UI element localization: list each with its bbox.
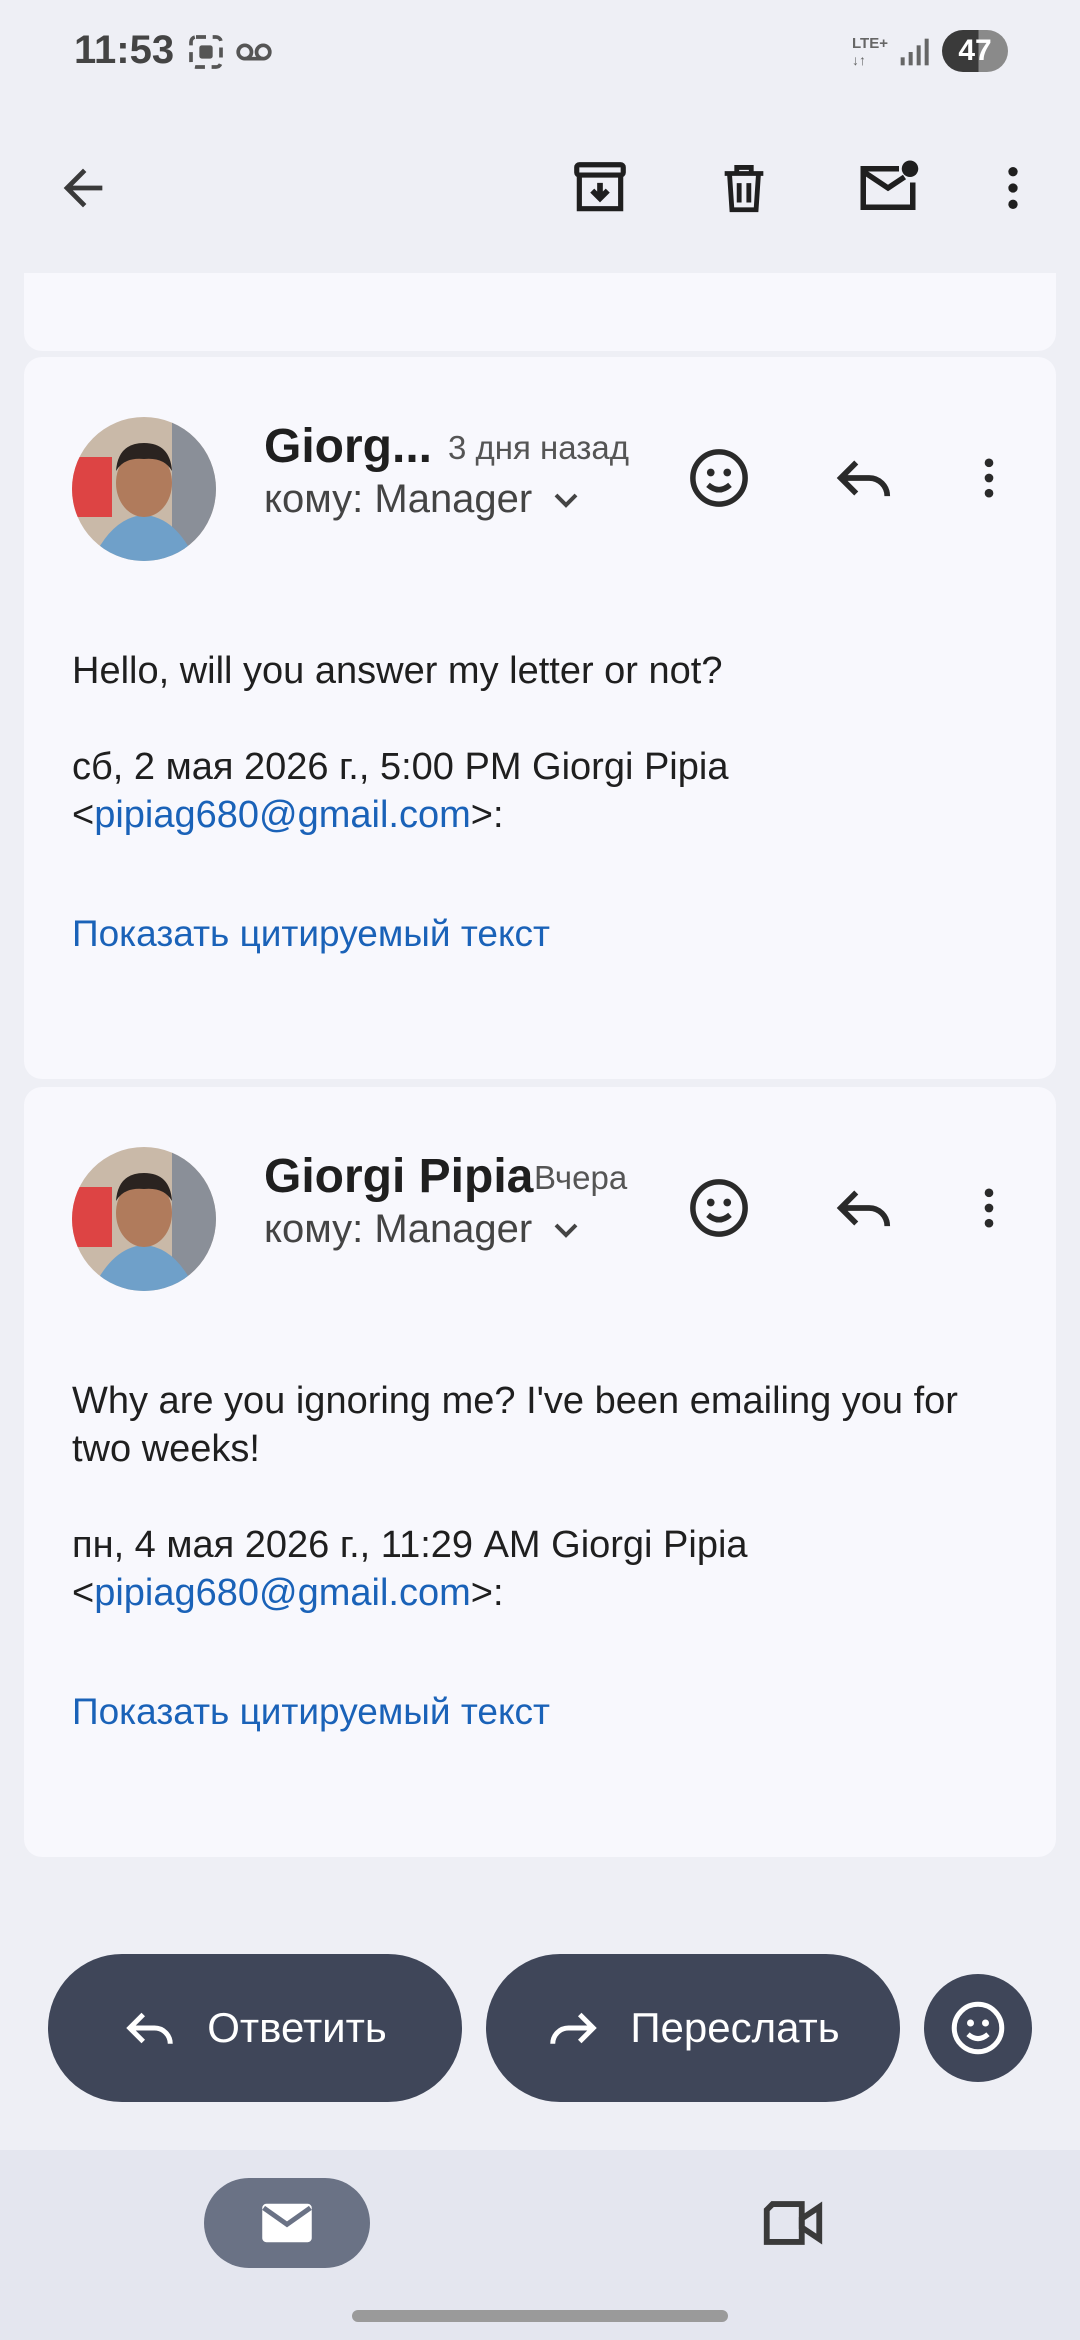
reply-label: Ответить xyxy=(207,2004,387,2051)
add-reaction-button[interactable] xyxy=(674,1163,764,1253)
emoji-icon xyxy=(690,449,748,507)
reply-button[interactable] xyxy=(819,433,909,523)
message-body: Why are you ignoring me? I've been email… xyxy=(72,1380,958,1470)
email-link[interactable]: pipiag680@gmail.com xyxy=(94,1572,471,1614)
signal-icon xyxy=(898,36,930,73)
reply-icon xyxy=(126,2012,173,2044)
screenshot-icon xyxy=(186,32,226,77)
status-time: 11:53 xyxy=(74,28,175,72)
email-link[interactable]: pipiag680@gmail.com xyxy=(94,794,471,836)
top-app-bar xyxy=(0,105,1080,273)
delete-button[interactable] xyxy=(699,143,789,233)
chevron-down-icon xyxy=(554,493,578,508)
voicemail-icon xyxy=(234,32,274,77)
back-button[interactable] xyxy=(38,143,128,233)
message-card: Giorg... 3 дня назад кому: Manager Hello… xyxy=(24,357,1056,1079)
reply-icon xyxy=(836,460,891,497)
emoji-icon xyxy=(951,2001,1005,2055)
avatar[interactable] xyxy=(72,1147,216,1291)
forward-icon xyxy=(550,2012,598,2044)
reply-icon xyxy=(836,1190,891,1227)
recipient-label: кому: Manager xyxy=(264,477,533,521)
show-quoted-text-link[interactable]: Показать цитируемый текст xyxy=(72,1691,550,1733)
message-time: 3 дня назад xyxy=(448,429,629,466)
video-camera-icon xyxy=(763,2201,823,2245)
add-reaction-button[interactable] xyxy=(674,433,764,523)
more-vert-icon xyxy=(984,458,994,498)
status-bar: 11:53 LTE+ ↓↑ 47 xyxy=(0,0,1080,105)
trash-icon xyxy=(724,165,764,213)
back-arrow-icon xyxy=(63,168,103,208)
more-vert-icon xyxy=(1008,167,1018,209)
more-vert-icon xyxy=(984,1188,994,1228)
bottom-navigation xyxy=(0,2150,1080,2340)
reply-all-button[interactable]: Ответить xyxy=(48,1954,462,2102)
reply-button[interactable] xyxy=(819,1163,909,1253)
message-time: Вчера xyxy=(534,1159,628,1196)
message-card: Giorgi Pipia Вчера кому: Manager Why are… xyxy=(24,1087,1056,1857)
quote-header: пн, 4 мая 2026 г., 11:29 AM Giorgi Pipia… xyxy=(72,1524,748,1614)
nav-mail-tab[interactable] xyxy=(204,2178,370,2268)
message-more-button[interactable] xyxy=(944,1163,1034,1253)
forward-label: Переслать xyxy=(630,2004,840,2051)
forward-button[interactable]: Переслать xyxy=(486,1954,900,2102)
avatar[interactable] xyxy=(72,417,216,561)
recipient-details[interactable]: кому: Manager xyxy=(264,1207,586,1252)
mark-unread-icon xyxy=(860,160,919,210)
archive-button[interactable] xyxy=(555,143,645,233)
network-type: LTE+ ↓↑ xyxy=(852,35,888,69)
show-quoted-text-link[interactable]: Показать цитируемый текст xyxy=(72,913,550,955)
react-button[interactable] xyxy=(924,1974,1032,2082)
quote-header: сб, 2 мая 2026 г., 5:00 PM Giorgi Pipia <… xyxy=(72,746,729,836)
more-options-button[interactable] xyxy=(968,143,1058,233)
recipient-details[interactable]: кому: Manager xyxy=(264,477,586,522)
archive-icon xyxy=(574,162,626,212)
nav-meet-tab[interactable] xyxy=(748,2178,838,2268)
mail-icon xyxy=(262,2203,312,2243)
message-more-button[interactable] xyxy=(944,433,1034,523)
message-body: Hello, will you answer my letter or not? xyxy=(72,650,723,692)
sender-name: Giorg... xyxy=(264,420,432,473)
previous-message-card xyxy=(24,273,1056,351)
mark-unread-button[interactable] xyxy=(843,143,933,233)
sender-name: Giorgi Pipia xyxy=(264,1150,534,1203)
battery-indicator: 47 xyxy=(942,30,1008,72)
emoji-icon xyxy=(690,1179,748,1237)
home-indicator[interactable] xyxy=(352,2310,728,2322)
chevron-down-icon xyxy=(554,1223,578,1238)
recipient-label: кому: Manager xyxy=(264,1207,533,1251)
